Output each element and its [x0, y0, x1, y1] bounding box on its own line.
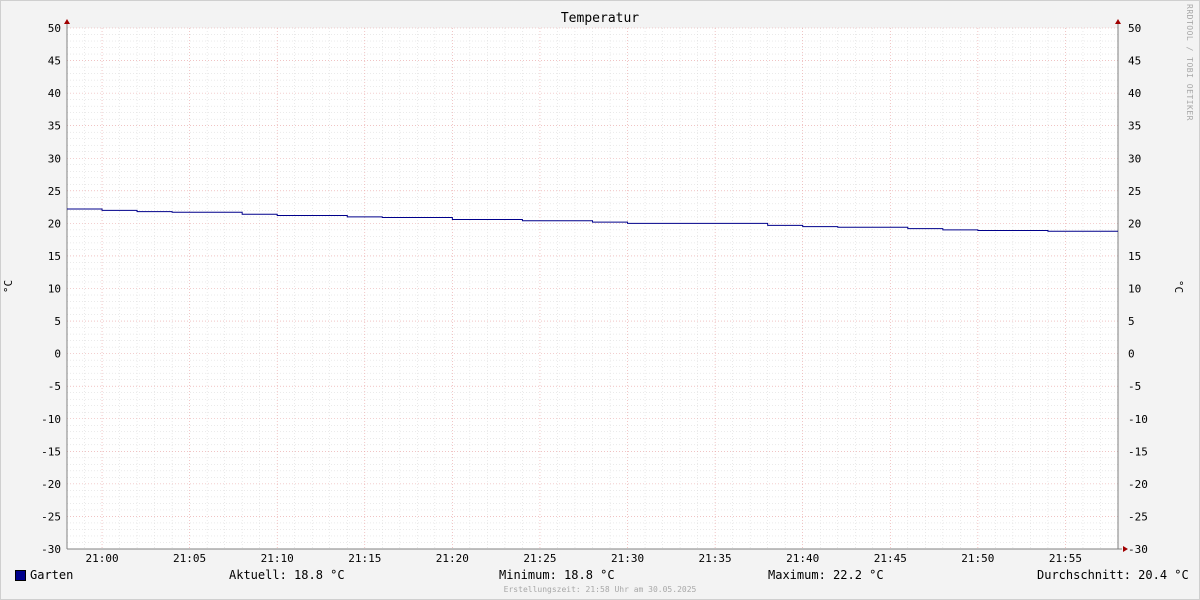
- y-tick-label: 50: [48, 22, 61, 35]
- legend-aktuell: Aktuell: 18.8 °C: [229, 568, 345, 582]
- y-tick-label-right: -5: [1128, 380, 1141, 393]
- y-tick-label: -30: [41, 543, 61, 556]
- y-tick-label: 10: [48, 283, 61, 296]
- y-tick-label: 0: [54, 348, 61, 361]
- y-tick-label-right: 45: [1128, 55, 1141, 68]
- y-tick-label: 35: [48, 120, 61, 133]
- y-tick-label: -10: [41, 413, 61, 426]
- y-tick-label: 45: [48, 55, 61, 68]
- x-tick-label: 21:30: [611, 552, 644, 565]
- x-tick-label: 21:25: [523, 552, 556, 565]
- creation-time: Erstellungszeit: 21:58 Uhr am 30.05.2025: [503, 585, 697, 594]
- x-tick-label: 21:35: [699, 552, 732, 565]
- y-tick-label: 15: [48, 250, 61, 263]
- y-tick-label-right: 10: [1128, 283, 1141, 296]
- y-tick-label-right: 40: [1128, 87, 1141, 100]
- x-tick-label: 21:05: [173, 552, 206, 565]
- y-axis-arrow-right: [1115, 19, 1121, 24]
- y-tick-label: -15: [41, 445, 61, 458]
- x-tick-label: 21:40: [786, 552, 819, 565]
- y-tick-label: 40: [48, 87, 61, 100]
- y-tick-label-right: 25: [1128, 185, 1141, 198]
- x-tick-label: 21:50: [961, 552, 994, 565]
- y-axis-arrow-left: [64, 19, 70, 24]
- y-tick-label-right: -30: [1128, 543, 1148, 556]
- y-tick-label: -5: [48, 380, 61, 393]
- x-tick-label: 21:45: [874, 552, 907, 565]
- y-tick-label: 25: [48, 185, 61, 198]
- y-tick-label: -25: [41, 510, 61, 523]
- y-tick-label-right: 20: [1128, 217, 1141, 230]
- plot-area: 50 5045 4540 4035 3530 3025 2520 2015 1510 105 50 0…: [41, 19, 1148, 565]
- legend-minimum: Minimum: 18.8 °C: [499, 568, 615, 582]
- legend-durchschnitt: Durchschnitt: 20.4 °C: [1037, 568, 1189, 582]
- y-tick-label-right: 35: [1128, 120, 1141, 133]
- legend-row: Garten Aktuell: 18.8 °C Minimum: 18.8 °C…: [0, 568, 1200, 584]
- y-tick-label-right: -15: [1128, 445, 1148, 458]
- y-tick-label: -20: [41, 478, 61, 491]
- x-tick-label: 21:15: [348, 552, 381, 565]
- x-tick-label: 21:00: [85, 552, 118, 565]
- y-tick-label: 20: [48, 217, 61, 230]
- y-tick-label-right: 5: [1128, 315, 1135, 328]
- y-tick-label-right: 50: [1128, 22, 1141, 35]
- y-tick-label-right: -25: [1128, 510, 1148, 523]
- y-tick-label-right: -10: [1128, 413, 1148, 426]
- y-tick-label-right: 15: [1128, 250, 1141, 263]
- legend-maximum: Maximum: 22.2 °C: [768, 568, 884, 582]
- x-tick-label: 21:20: [436, 552, 469, 565]
- y-tick-label-right: 0: [1128, 348, 1135, 361]
- y-tick-label: 5: [54, 315, 61, 328]
- x-tick-label: 21:55: [1049, 552, 1082, 565]
- y-tick-label: 30: [48, 152, 61, 165]
- y-tick-label-right: 30: [1128, 152, 1141, 165]
- legend-series-name: Garten: [30, 568, 74, 582]
- y-tick-label-right: -20: [1128, 478, 1148, 491]
- x-tick-label: 21:10: [261, 552, 294, 565]
